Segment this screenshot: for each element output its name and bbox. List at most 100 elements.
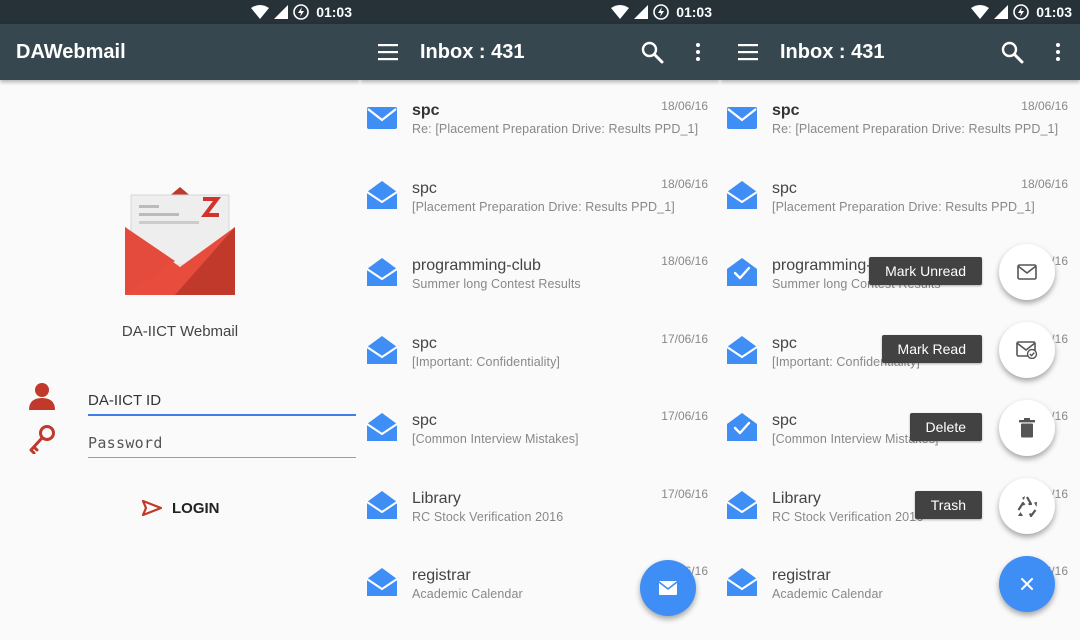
mail-subject: Re: [Placement Preparation Drive: Result… bbox=[412, 122, 699, 136]
close-fab[interactable] bbox=[999, 556, 1055, 612]
menu-icon[interactable] bbox=[378, 42, 398, 62]
action-mark-read[interactable]: Mark Read bbox=[720, 322, 1080, 378]
envelope-closed-icon bbox=[367, 107, 397, 129]
password-field[interactable]: Password bbox=[88, 428, 356, 458]
envelope-icon bbox=[659, 581, 677, 595]
envelope-open-icon bbox=[726, 568, 758, 596]
app-bar: Inbox : 431 bbox=[360, 24, 720, 80]
envelope-open-icon bbox=[366, 490, 398, 519]
list-item[interactable]: spc Re: [Placement Preparation Drive: Res… bbox=[720, 80, 1080, 158]
status-time: 01:03 bbox=[316, 4, 352, 20]
mail-subject: Academic Calendar bbox=[412, 587, 523, 601]
envelope-open-icon bbox=[726, 180, 758, 209]
mail-subject: Re: [Placement Preparation Drive: Result… bbox=[772, 122, 1059, 136]
wifi-icon bbox=[251, 5, 270, 19]
close-icon bbox=[1021, 578, 1033, 590]
id-field[interactable]: DA-IICT ID bbox=[88, 386, 356, 416]
action-mark-unread[interactable]: Mark Unread bbox=[720, 244, 1080, 300]
list-item[interactable]: programming-club Summer long Contest Resu… bbox=[360, 235, 720, 313]
mail-date: 18/06/16 bbox=[661, 99, 708, 113]
send-icon bbox=[142, 500, 162, 516]
delete-fab[interactable] bbox=[999, 400, 1055, 456]
mail-subject: RC Stock Verification 2016 bbox=[412, 509, 564, 524]
inbox-actions-screen: 01:03 Inbox : 431 spc Re: [Placement Prep… bbox=[720, 0, 1080, 640]
mail-sender: programming-club bbox=[412, 257, 541, 274]
key-icon bbox=[29, 425, 55, 454]
inbox-title: Inbox : 431 bbox=[780, 41, 885, 63]
mail-date: 18/06/16 bbox=[1021, 176, 1068, 191]
battery-charging-icon bbox=[653, 4, 669, 20]
envelope-open-icon bbox=[366, 568, 398, 596]
trash-label: Trash bbox=[914, 491, 982, 519]
trash-fab[interactable] bbox=[999, 478, 1055, 534]
mail-date: 18/06/16 bbox=[661, 176, 708, 191]
list-item[interactable]: spc [Placement Preparation Drive: Results… bbox=[720, 158, 1080, 236]
mail-date: 18/06/16 bbox=[1021, 99, 1068, 113]
status-time: 01:03 bbox=[676, 4, 712, 20]
status-bar: 01:03 bbox=[360, 0, 720, 24]
mail-sender: registrar bbox=[772, 567, 831, 584]
signal-icon bbox=[274, 5, 289, 19]
mark-read-label: Mark Read bbox=[881, 335, 982, 363]
envelope-check-icon bbox=[1016, 341, 1038, 359]
mark-read-fab[interactable] bbox=[999, 322, 1055, 378]
compose-fab[interactable] bbox=[640, 560, 696, 616]
action-delete[interactable]: Delete bbox=[720, 400, 1080, 456]
list-item[interactable]: Library RC Stock Verification 2016 17/06/1… bbox=[360, 468, 720, 546]
more-vert-icon[interactable] bbox=[1050, 42, 1066, 62]
mail-subject: Summer long Contest Results bbox=[412, 277, 581, 291]
app-bar: DAWebmail bbox=[0, 24, 360, 80]
status-bar: 01:03 bbox=[720, 0, 1080, 24]
login-screen: 01:03 DAWebmail DA-IICT Webmail DA-IICT … bbox=[0, 0, 360, 640]
search-icon[interactable] bbox=[640, 40, 664, 64]
recycle-icon bbox=[1017, 496, 1037, 517]
delete-label: Delete bbox=[909, 413, 982, 441]
search-icon[interactable] bbox=[1000, 40, 1024, 64]
login-label: LOGIN bbox=[172, 499, 220, 517]
wifi-icon bbox=[971, 5, 990, 19]
inbox-screen: 01:03 Inbox : 431 spc Re: [Placement Prep… bbox=[360, 0, 720, 640]
wifi-icon bbox=[611, 5, 630, 19]
mail-subject: [Placement Preparation Drive: Results PP… bbox=[772, 199, 1035, 214]
action-trash[interactable]: Trash bbox=[720, 478, 1080, 534]
mail-sender: spc bbox=[412, 102, 440, 119]
envelope-outline-icon bbox=[1017, 264, 1037, 280]
mail-subject: [Common Interview Mistakes] bbox=[412, 432, 579, 446]
mail-date: 17/06/16 bbox=[661, 486, 708, 501]
login-button[interactable]: LOGIN bbox=[142, 496, 220, 520]
more-vert-icon[interactable] bbox=[690, 42, 706, 62]
list-item[interactable]: spc [Placement Preparation Drive: Results… bbox=[360, 158, 720, 236]
mail-sender: registrar bbox=[412, 567, 471, 584]
mail-subject: Academic Calendar bbox=[772, 587, 883, 601]
envelope-open-icon bbox=[366, 180, 398, 209]
trash-icon bbox=[1019, 418, 1035, 438]
mail-sender: spc bbox=[412, 179, 437, 197]
status-bar: 01:03 bbox=[0, 0, 360, 24]
user-icon bbox=[29, 383, 55, 410]
mail-sender: spc bbox=[412, 412, 437, 429]
menu-icon[interactable] bbox=[738, 42, 758, 62]
envelope-closed-icon bbox=[727, 107, 757, 129]
app-bar: Inbox : 431 bbox=[720, 24, 1080, 80]
mark-unread-label: Mark Unread bbox=[869, 257, 982, 285]
mail-sender: Library bbox=[412, 489, 461, 507]
battery-charging-icon bbox=[293, 4, 309, 20]
mail-subject: [Important: Confidentiality] bbox=[412, 354, 561, 369]
app-name-label: DA-IICT Webmail bbox=[121, 323, 239, 340]
mail-date: 17/06/16 bbox=[661, 409, 708, 423]
list-item[interactable]: spc [Important: Confidentiality] 17/06/16 bbox=[360, 313, 720, 391]
signal-icon bbox=[994, 5, 1009, 19]
inbox-title: Inbox : 431 bbox=[420, 41, 525, 63]
app-title: DAWebmail bbox=[16, 41, 126, 63]
mail-sender: spc bbox=[412, 334, 437, 352]
list-item[interactable]: spc Re: [Placement Preparation Drive: Res… bbox=[360, 80, 720, 158]
mark-unread-fab[interactable] bbox=[999, 244, 1055, 300]
signal-icon bbox=[634, 5, 649, 19]
list-item[interactable]: spc [Common Interview Mistakes] 17/06/16 bbox=[360, 390, 720, 468]
mail-subject: [Placement Preparation Drive: Results PP… bbox=[412, 199, 675, 214]
mail-date: 17/06/16 bbox=[661, 331, 708, 346]
battery-charging-icon bbox=[1013, 4, 1029, 20]
envelope-open-icon bbox=[366, 413, 398, 441]
mail-date: 18/06/16 bbox=[661, 254, 708, 268]
mail-sender: spc bbox=[772, 179, 797, 197]
